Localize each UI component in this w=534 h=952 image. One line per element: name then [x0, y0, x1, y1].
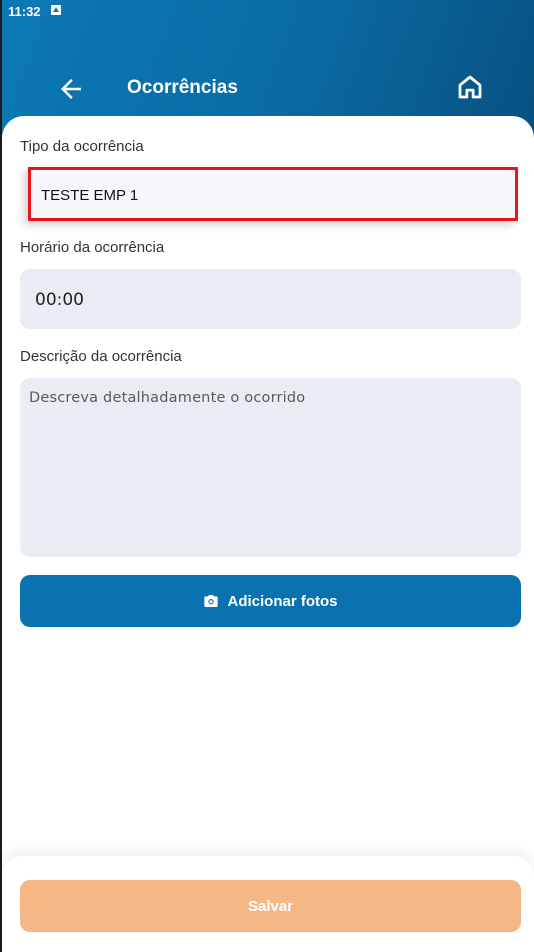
home-icon: [458, 75, 482, 99]
tipo-label: Tipo da ocorrência: [20, 138, 144, 155]
bottom-action-bar: Salvar: [2, 856, 534, 952]
save-button[interactable]: Salvar: [20, 880, 521, 932]
add-photos-label: Adicionar fotos: [227, 592, 338, 610]
tipo-select[interactable]: TESTE EMP 1: [28, 167, 518, 221]
descricao-label: Descrição da ocorrência: [20, 348, 182, 365]
tipo-value: TESTE EMP 1: [41, 187, 139, 204]
horario-field[interactable]: 00:00: [20, 269, 521, 329]
status-bar: 11:32: [0, 0, 534, 24]
app-notification-icon: [51, 5, 61, 15]
status-time: 11:32: [8, 4, 41, 19]
descricao-field: [20, 378, 521, 557]
descricao-input[interactable]: [20, 378, 521, 557]
add-photos-button[interactable]: Adicionar fotos: [20, 575, 521, 627]
camera-icon: [204, 595, 219, 607]
save-label: Salvar: [247, 897, 294, 915]
horario-value: 00:00: [35, 290, 84, 310]
back-button[interactable]: [56, 74, 86, 104]
page-title: Ocorrências: [127, 77, 238, 98]
horario-label: Horário da ocorrência: [20, 239, 165, 256]
arrow-left-icon: [61, 79, 81, 99]
app-bar: Ocorrências: [0, 60, 534, 116]
home-button[interactable]: [455, 72, 485, 102]
